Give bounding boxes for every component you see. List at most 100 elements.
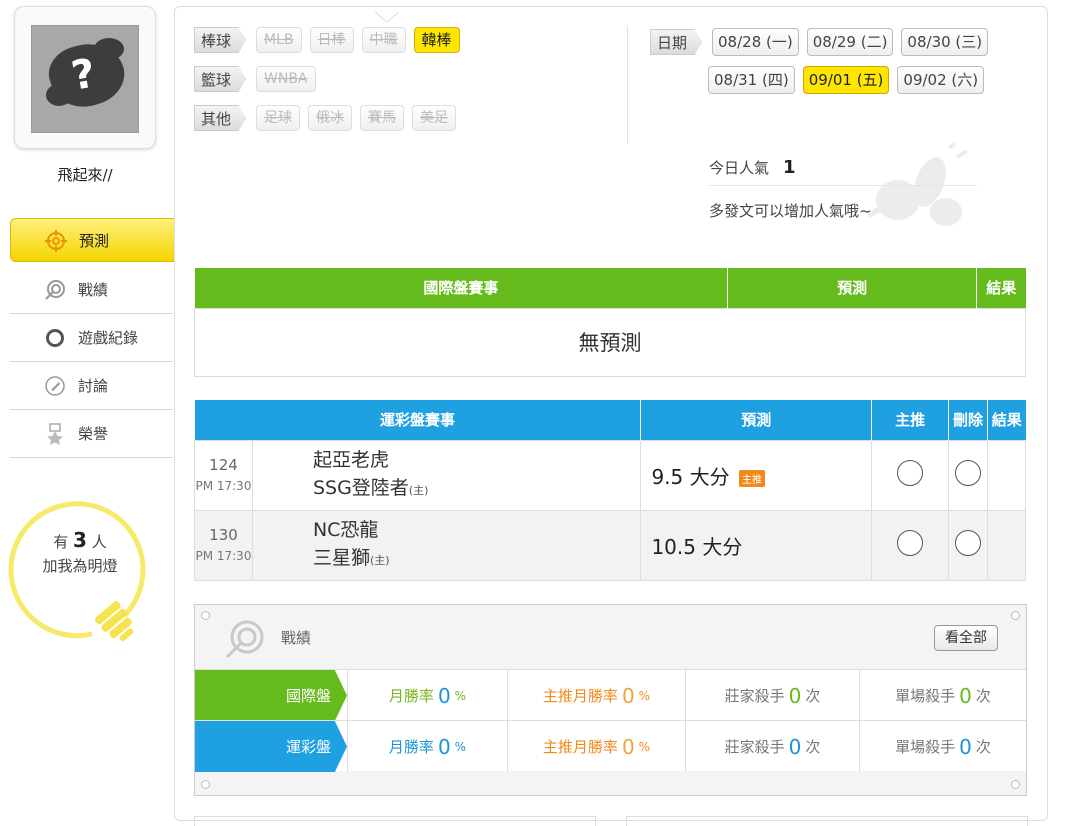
filter-row-other: 其他 足球 俄冰 賽馬 美足 <box>194 104 468 132</box>
avatar[interactable]: ? <box>31 25 139 133</box>
delete-radio[interactable] <box>955 530 982 556</box>
filter-row-basketball: 籃球 WNBA <box>194 65 468 93</box>
stat-unit: % <box>638 688 651 703</box>
teams-cell: NC恐龍 三星獅(主) <box>251 509 642 581</box>
filter-chip-khl[interactable]: 俄冰 <box>308 105 353 131</box>
date-button[interactable]: 08/30 (三) <box>901 28 989 56</box>
avatar-frame[interactable]: ? <box>14 6 156 149</box>
delete-cell <box>948 509 988 581</box>
stat-unit: % <box>454 688 467 703</box>
filter-chip-kbo[interactable]: 韓棒 <box>413 27 460 53</box>
filter-divider <box>627 26 628 144</box>
table-row: 124 PM 17:30 起亞老虎 SSG登陸者(主) 9.5 大分 主推 <box>194 439 1026 511</box>
date-picker: 日期 08/28 (一) 08/29 (二) 08/30 (三) 08/31 (… <box>650 28 996 104</box>
home-mark: (主) <box>408 483 429 497</box>
discussion-icon <box>45 376 65 396</box>
nav-label: 討論 <box>78 377 109 395</box>
date-button[interactable]: 08/31 (四) <box>708 66 795 94</box>
game-number-cell: 130 PM 17:30 <box>194 509 253 581</box>
date-button[interactable]: 08/29 (二) <box>806 28 894 56</box>
nav-item-game-history[interactable]: 遊戲紀錄 <box>10 314 173 362</box>
stat-row-label: 國際盤 <box>195 670 347 721</box>
prediction-cell: 10.5 大分 <box>640 509 873 581</box>
nav-item-prediction[interactable]: 預測 <box>10 218 185 262</box>
sidebar-nav: 預測 戰績 遊戲紀錄 討論 榮譽 <box>10 218 185 458</box>
popularity-panel: 今日人氣 1 多發文可以增加人氣哦~ <box>709 150 977 221</box>
medal-icon <box>47 423 63 445</box>
main-pick-radio[interactable] <box>897 530 924 556</box>
nav-item-record[interactable]: 戰績 <box>10 266 173 314</box>
column-header: 國際盤賽事 <box>194 268 729 308</box>
stat-value: 0 <box>437 683 451 708</box>
see-all-button[interactable]: 看全部 <box>934 625 998 651</box>
stat-label: 主推月勝率 <box>542 687 618 705</box>
filter-row-baseball: 棒球 MLB 日棒 中職 韓棒 <box>194 26 468 54</box>
avatar-shape <box>94 38 124 60</box>
filter-chip-horse-racing[interactable]: 賽馬 <box>360 105 405 131</box>
date-button-selected[interactable]: 09/01 (五) <box>802 66 890 94</box>
filter-chip-wnba[interactable]: WNBA <box>256 66 316 92</box>
column-header: 預測 <box>727 268 978 308</box>
record-panel: 戰績 看全部 國際盤 月勝率 0 % 主推月勝率 0 % 莊家殺手 0 次 單場… <box>194 604 1027 796</box>
fans-prefix: 有 <box>53 533 69 551</box>
stat-single-killer: 單場殺手 0 次 <box>859 670 1026 721</box>
stat-value: 0 <box>959 683 972 708</box>
stat-label: 單場殺手 <box>895 738 956 756</box>
stat-label: 單場殺手 <box>895 687 956 705</box>
table-row: 無預測 <box>194 307 1026 377</box>
filter-chip-nfl[interactable]: 美足 <box>412 105 457 131</box>
column-header: 結果 <box>976 268 1026 308</box>
filter-chip-cpbl[interactable]: 中職 <box>361 27 406 53</box>
stat-value: 0 <box>621 683 635 708</box>
filter-chip-npb[interactable]: 日棒 <box>309 27 354 53</box>
date-label: 日期 <box>650 29 703 55</box>
stat-row-sports-lottery: 運彩盤 月勝率 0 % 主推月勝率 0 % 莊家殺手 0 次 單場殺手 0 次 <box>195 720 1026 772</box>
result-cell <box>987 509 1026 581</box>
stat-value: 0 <box>437 734 451 759</box>
sport-filters: 棒球 MLB 日棒 中職 韓棒 籃球 WNBA 其他 足球 俄冰 賽馬 美足 <box>194 26 468 143</box>
home-team: 三星獅 <box>312 546 370 569</box>
nav-item-discussion[interactable]: 討論 <box>10 362 173 410</box>
main-pick-radio[interactable] <box>897 460 924 486</box>
stat-label: 月勝率 <box>388 738 434 756</box>
date-row: 08/31 (四) 09/01 (五) 09/02 (六) <box>650 66 996 94</box>
panel-notch <box>375 12 399 23</box>
record-title: 戰績 <box>281 629 312 647</box>
record-header: 戰績 看全部 <box>195 605 1026 669</box>
stat-unit: 次 <box>805 738 821 756</box>
nav-label: 榮譽 <box>78 425 109 443</box>
game-number: 130 <box>209 525 238 544</box>
game-time: PM 17:30 <box>195 548 252 563</box>
date-row: 日期 08/28 (一) 08/29 (二) 08/30 (三) <box>650 28 996 56</box>
stat-banker-killer: 莊家殺手 0 次 <box>685 670 859 721</box>
username: 飛起來// <box>57 166 113 184</box>
stat-unit: % <box>638 739 651 754</box>
nav-label: 遊戲紀錄 <box>78 329 139 347</box>
record-target-icon <box>45 280 65 300</box>
home-team: SSG登陸者 <box>312 476 409 499</box>
stat-unit: % <box>454 739 467 754</box>
nav-label: 戰績 <box>78 281 109 299</box>
filter-chip-mlb[interactable]: MLB <box>256 27 302 53</box>
column-header: 運彩盤賽事 <box>194 400 642 440</box>
stat-row-label: 運彩盤 <box>195 721 347 772</box>
nav-item-honor[interactable]: 榮譽 <box>10 410 173 458</box>
game-number-cell: 124 PM 17:30 <box>194 439 253 511</box>
main-pick-badge: 主推 <box>738 469 765 487</box>
table-header-row: 運彩盤賽事 預測 主推 刪除 結果 <box>194 400 1026 440</box>
stat-main-winrate: 主推月勝率 0 % <box>507 670 685 721</box>
fans-caption: 加我為明燈 <box>42 557 118 575</box>
date-button[interactable]: 09/02 (六) <box>897 66 985 94</box>
delete-radio[interactable] <box>955 460 982 486</box>
game-number: 124 <box>209 455 238 474</box>
stat-unit: 次 <box>975 738 991 756</box>
table-header-row: 國際盤賽事 預測 結果 <box>194 268 1026 308</box>
stat-label: 主推月勝率 <box>542 738 618 756</box>
stat-month-winrate: 月勝率 0 % <box>347 670 507 721</box>
record-target-icon <box>225 620 264 659</box>
stat-banker-killer: 莊家殺手 0 次 <box>685 721 859 772</box>
teams-cell: 起亞老虎 SSG登陸者(主) <box>251 439 642 511</box>
filter-chip-soccer[interactable]: 足球 <box>256 105 301 131</box>
date-button[interactable]: 08/28 (一) <box>712 28 799 56</box>
sports-lottery-table: 運彩盤賽事 預測 主推 刪除 結果 124 PM 17:30 起亞老虎 SSG登… <box>194 400 1026 581</box>
